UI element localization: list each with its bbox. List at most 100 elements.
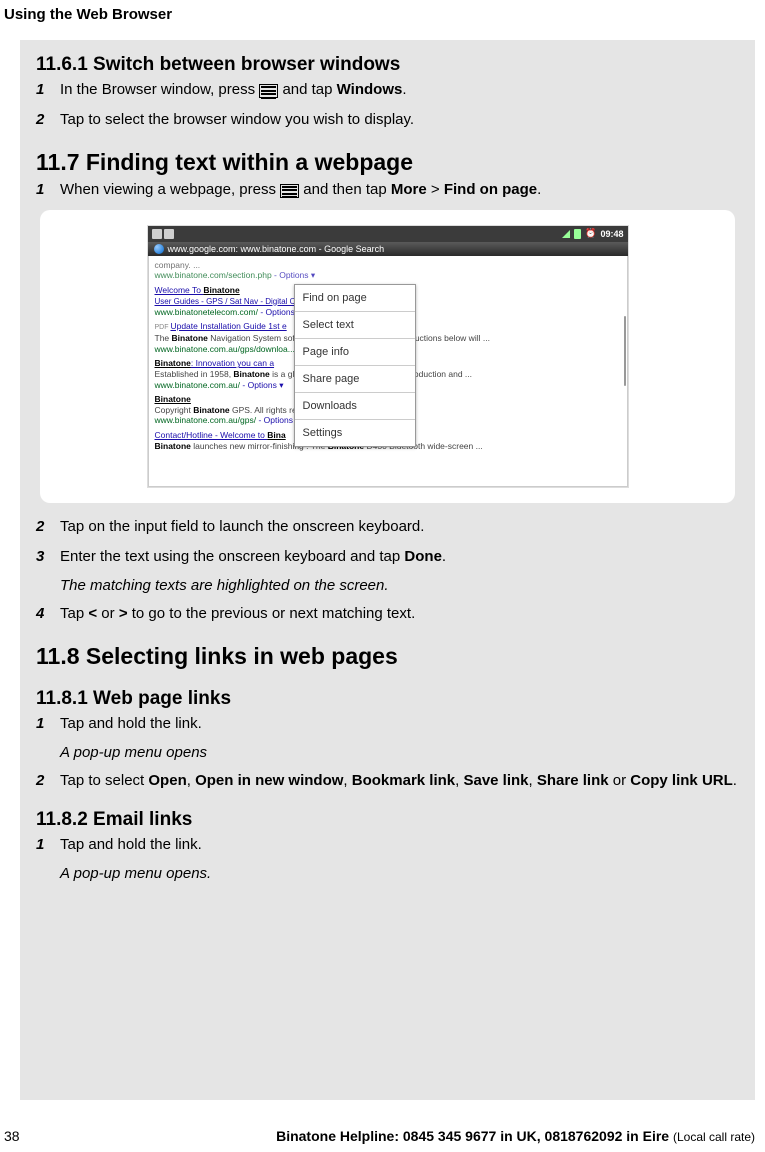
heading-11-8-2: 11.8.2 Email links	[36, 809, 739, 831]
text: company. ...	[155, 260, 201, 270]
step-text: Tap to select the browser window you wis…	[60, 110, 739, 130]
text: ,	[529, 772, 537, 789]
step-text: Tap and hold the link.	[60, 835, 739, 855]
result-link: Welcome To	[155, 285, 204, 295]
step-11-6-1-1: 1 In the Browser window, press and tap W…	[36, 80, 739, 100]
alarm-icon: ⏰	[585, 228, 596, 239]
step-11-7-2: 2 Tap on the input field to launch the o…	[36, 517, 739, 537]
bold-save-link: Save link	[463, 772, 528, 789]
menu-item-select-text[interactable]: Select text	[295, 312, 415, 339]
bold-find-on-page: Find on page	[444, 181, 537, 198]
menu-item-page-info[interactable]: Page info	[295, 339, 415, 366]
result-link: Contact/Hotline - Welcome to	[155, 430, 268, 440]
text-bold: Binatone	[193, 405, 229, 415]
bold-share-link: Share link	[537, 772, 609, 789]
scrollbar[interactable]	[624, 316, 626, 386]
step-11-7-1: 1 When viewing a webpage, press and then…	[36, 180, 739, 200]
menu-icon	[280, 184, 299, 198]
step-number: 1	[36, 835, 60, 855]
bold-lt: <	[88, 605, 97, 622]
step-11-7-3: 3 Enter the text using the onscreen keyb…	[36, 547, 739, 567]
options-link: - Options ▾	[272, 270, 315, 280]
result-link-bold: Bina	[267, 430, 285, 440]
step-number: 4	[36, 604, 60, 624]
heading-11-8: 11.8 Selecting links in web pages	[36, 643, 739, 670]
text: .	[733, 772, 737, 789]
result-url: www.binatone.com/section.php	[155, 270, 272, 280]
text: Enter the text using the onscreen keyboa…	[60, 548, 404, 565]
result-link-bold: Binatone	[155, 358, 191, 368]
menu-item-find-on-page[interactable]: Find on page	[295, 285, 415, 312]
text: .	[537, 181, 541, 198]
bold-done: Done	[404, 548, 442, 565]
signal-icon	[562, 230, 570, 238]
text: When viewing a webpage, press	[60, 181, 280, 198]
step-11-8-1-1: 1 Tap and hold the link.	[36, 714, 739, 734]
helpline-text: Binatone Helpline: 0845 345 9677 in UK, …	[276, 1128, 673, 1144]
status-notif-icon	[152, 229, 162, 239]
pdf-badge: PDF	[155, 324, 171, 331]
text: or	[97, 605, 119, 622]
text: ,	[187, 772, 195, 789]
step-text: Enter the text using the onscreen keyboa…	[60, 547, 739, 567]
helpline: Binatone Helpline: 0845 345 9677 in UK, …	[276, 1128, 755, 1144]
step-number: 1	[36, 714, 60, 734]
heading-11-7: 11.7 Finding text within a webpage	[36, 149, 739, 176]
step-text: When viewing a webpage, press and then t…	[60, 180, 739, 200]
step-text: Tap < or > to go to the previous or next…	[60, 604, 739, 624]
helpline-local: (Local call rate)	[673, 1130, 755, 1144]
step-number: 2	[36, 771, 60, 791]
menu-icon	[259, 84, 278, 98]
result-11-8-2-1: A pop-up menu opens.	[60, 865, 739, 882]
browser-viewport: company. ... www.binatone.com/section.ph…	[148, 256, 628, 487]
step-number: 2	[36, 517, 60, 537]
result-url: www.binatonetelecom.com/	[155, 307, 258, 317]
step-11-7-4: 4 Tap < or > to go to the previous or ne…	[36, 604, 739, 624]
options-link: - Options ▾	[240, 380, 283, 390]
result-link: Update Installation Guide 1st e	[170, 321, 286, 331]
sub-link: User Guides - GPS / Sat Nav - Digital Co…	[155, 297, 303, 306]
text: .	[402, 81, 406, 98]
result-link-bold: Binatone	[203, 285, 239, 295]
step-11-8-2-1: 1 Tap and hold the link.	[36, 835, 739, 855]
bold-copy-link-url: Copy link URL	[630, 772, 733, 789]
result-11-7-3: The matching texts are highlighted on th…	[60, 577, 739, 594]
step-text: In the Browser window, press and tap Win…	[60, 80, 739, 100]
step-text: Tap on the input field to launch the ons…	[60, 517, 739, 537]
result-url: www.binatone.com.au/gps/	[155, 415, 257, 425]
browser-title-bar: www.google.com: www.binatone.com - Googl…	[148, 242, 628, 256]
status-notif-icon	[164, 229, 174, 239]
step-number: 1	[36, 80, 60, 100]
text: and then tap	[303, 181, 391, 198]
step-number: 3	[36, 547, 60, 567]
text: to go to the previous or next matching t…	[128, 605, 416, 622]
text: and tap	[282, 81, 336, 98]
menu-item-settings[interactable]: Settings	[295, 420, 415, 446]
text: The	[155, 333, 172, 343]
step-number: 2	[36, 110, 60, 130]
battery-icon	[574, 229, 581, 239]
bold-bookmark-link: Bookmark link	[352, 772, 455, 789]
heading-11-6-1: 11.6.1 Switch between browser windows	[36, 54, 739, 76]
step-11-8-1-2: 2 Tap to select Open, Open in new window…	[36, 771, 739, 791]
status-bar: ⏰ 09:48	[148, 226, 628, 242]
menu-item-downloads[interactable]: Downloads	[295, 393, 415, 420]
result-url: www.binatone.com.au/gps/downloa... -	[155, 344, 301, 354]
text: Tap	[60, 605, 88, 622]
step-text: Tap to select Open, Open in new window, …	[60, 771, 739, 791]
page-number: 38	[4, 1128, 20, 1144]
context-menu: Find on page Select text Page info Share…	[294, 284, 416, 447]
page-header: Using the Web Browser	[4, 6, 172, 23]
globe-icon	[154, 244, 164, 254]
menu-item-share-page[interactable]: Share page	[295, 366, 415, 393]
phone-frame: ⏰ 09:48 www.google.com: www.binatone.com…	[148, 226, 628, 487]
text: In the Browser window, press	[60, 81, 259, 98]
footer: 38 Binatone Helpline: 0845 345 9677 in U…	[0, 1128, 765, 1144]
text-bold: Binatone	[233, 369, 269, 379]
text: .	[442, 548, 446, 565]
status-time: 09:48	[600, 229, 623, 239]
bold-open: Open	[148, 772, 186, 789]
step-11-6-1-2: 2 Tap to select the browser window you w…	[36, 110, 739, 130]
text: or	[609, 772, 631, 789]
bold-more: More	[391, 181, 427, 198]
